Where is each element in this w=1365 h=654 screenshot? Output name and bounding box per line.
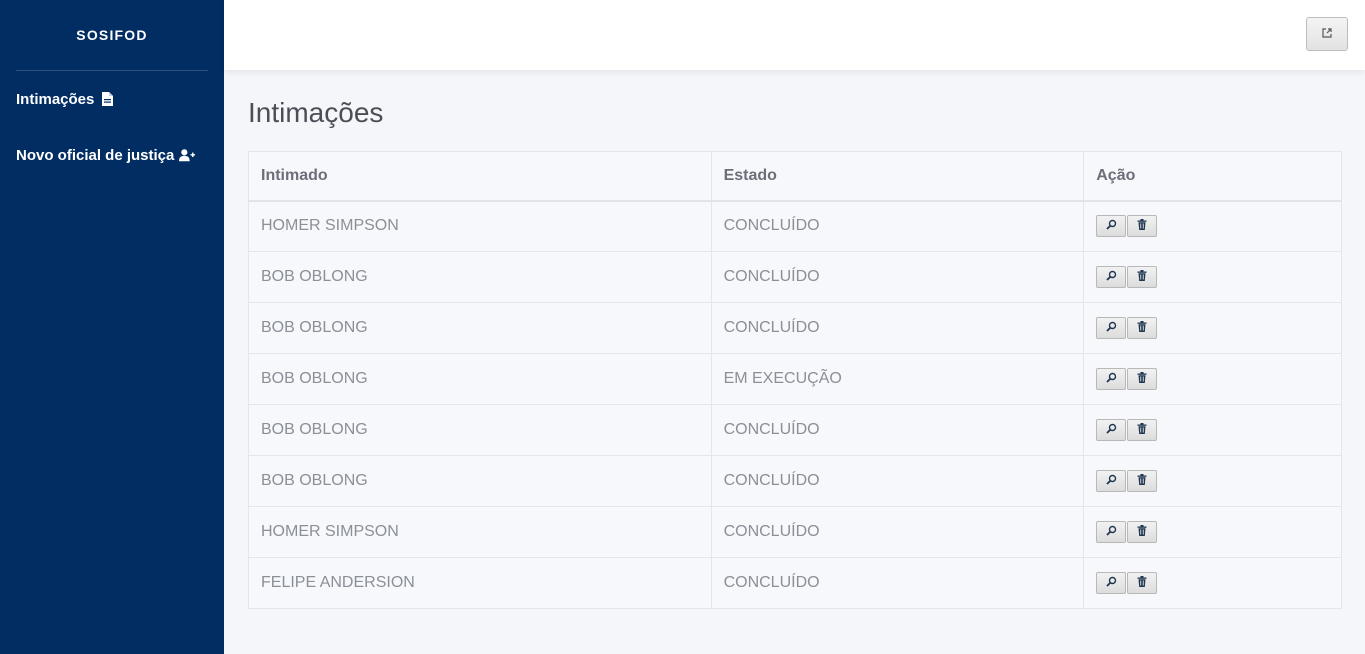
cell-estado: CONCLUÍDO	[710, 200, 1085, 252]
cell-estado: CONCLUÍDO	[710, 506, 1085, 558]
cell-estado: CONCLUÍDO	[710, 455, 1085, 507]
table-row: BOB OBLONG CONCLUÍDO	[248, 302, 1342, 354]
cell-intimado: BOB OBLONG	[248, 251, 712, 303]
header-intimado: Intimado	[248, 151, 712, 202]
delete-button[interactable]	[1127, 317, 1158, 339]
view-button[interactable]	[1096, 215, 1127, 238]
search-icon	[1106, 523, 1117, 541]
table-row: FELIPE ANDERSION CONCLUÍDO	[248, 557, 1342, 609]
view-button[interactable]	[1096, 317, 1127, 339]
cell-acao	[1083, 506, 1342, 558]
trash-icon	[1137, 268, 1147, 286]
cell-intimado: BOB OBLONG	[248, 353, 712, 405]
table-row: HOMER SIMPSON CONCLUÍDO	[248, 200, 1342, 252]
search-icon	[1106, 421, 1117, 439]
sidebar-item-label: Novo oficial de justiça	[16, 146, 175, 164]
delete-button[interactable]	[1127, 470, 1158, 492]
search-icon	[1106, 217, 1117, 235]
cell-estado: CONCLUÍDO	[710, 302, 1085, 354]
cell-estado: CONCLUÍDO	[710, 404, 1085, 456]
trash-icon	[1137, 217, 1147, 235]
search-icon	[1106, 370, 1117, 388]
sidebar-item-intimacoes[interactable]: Intimações	[0, 71, 224, 127]
search-icon	[1106, 472, 1117, 490]
cell-estado: EM EXECUÇÃO	[710, 353, 1085, 405]
view-button[interactable]	[1096, 419, 1127, 441]
external-link-button[interactable]	[1306, 17, 1348, 51]
table-row: HOMER SIMPSON CONCLUÍDO	[248, 506, 1342, 558]
sidebar: SOSIFOD Intimações Novo oficial de justi…	[0, 0, 224, 654]
table-body: HOMER SIMPSON CONCLUÍDO BOB OBLONG CONCLUÍD…	[248, 200, 1342, 609]
delete-button[interactable]	[1127, 215, 1158, 238]
table-row: BOB OBLONG CONCLUÍDO	[248, 455, 1342, 507]
topbar	[224, 0, 1365, 70]
view-button[interactable]	[1096, 368, 1127, 390]
file-icon	[99, 91, 115, 107]
external-link-icon	[1322, 25, 1332, 43]
view-button[interactable]	[1096, 572, 1127, 594]
cell-intimado: HOMER SIMPSON	[248, 200, 712, 252]
search-icon	[1106, 574, 1117, 592]
view-button[interactable]	[1096, 266, 1127, 288]
header-estado: Estado	[710, 151, 1085, 202]
view-button[interactable]	[1096, 521, 1127, 543]
cell-estado: CONCLUÍDO	[710, 557, 1085, 609]
sidebar-item-label: Intimações	[16, 90, 95, 108]
trash-icon	[1137, 421, 1147, 439]
cell-intimado: HOMER SIMPSON	[248, 506, 712, 558]
cell-intimado: BOB OBLONG	[248, 404, 712, 456]
cell-acao	[1083, 200, 1342, 252]
delete-button[interactable]	[1127, 521, 1158, 543]
cell-intimado: FELIPE ANDERSION	[248, 557, 712, 609]
delete-button[interactable]	[1127, 572, 1158, 594]
table-row: BOB OBLONG CONCLUÍDO	[248, 404, 1342, 456]
sidebar-item-novo-oficial[interactable]: Novo oficial de justiça	[0, 127, 224, 183]
delete-button[interactable]	[1127, 266, 1158, 288]
user-plus-icon	[179, 147, 196, 163]
trash-icon	[1137, 370, 1147, 388]
cell-acao	[1083, 251, 1342, 303]
table-row: BOB OBLONG EM EXECUÇÃO	[248, 353, 1342, 405]
main-content: Intimações Intimado Estado Ação HOMER SI…	[248, 70, 1342, 609]
intimacoes-table: Intimado Estado Ação HOMER SIMPSON CONCLU…	[248, 151, 1342, 609]
cell-acao	[1083, 353, 1342, 405]
trash-icon	[1137, 523, 1147, 541]
trash-icon	[1137, 319, 1147, 337]
cell-intimado: BOB OBLONG	[248, 455, 712, 507]
header-acao: Ação	[1083, 151, 1342, 202]
trash-icon	[1137, 472, 1147, 490]
brand-logo: SOSIFOD	[76, 27, 148, 43]
cell-acao	[1083, 404, 1342, 456]
table-header-row: Intimado Estado Ação	[248, 151, 1342, 202]
cell-acao	[1083, 455, 1342, 507]
cell-intimado: BOB OBLONG	[248, 302, 712, 354]
page-title: Intimações	[248, 97, 384, 128]
delete-button[interactable]	[1127, 419, 1158, 441]
trash-icon	[1137, 574, 1147, 592]
app: SOSIFOD Intimações Novo oficial de justi…	[0, 0, 1365, 654]
view-button[interactable]	[1096, 470, 1127, 492]
search-icon	[1106, 268, 1117, 286]
cell-estado: CONCLUÍDO	[710, 251, 1085, 303]
cell-acao	[1083, 557, 1342, 609]
delete-button[interactable]	[1127, 368, 1158, 390]
cell-acao	[1083, 302, 1342, 354]
table-row: BOB OBLONG CONCLUÍDO	[248, 251, 1342, 303]
search-icon	[1106, 319, 1117, 337]
